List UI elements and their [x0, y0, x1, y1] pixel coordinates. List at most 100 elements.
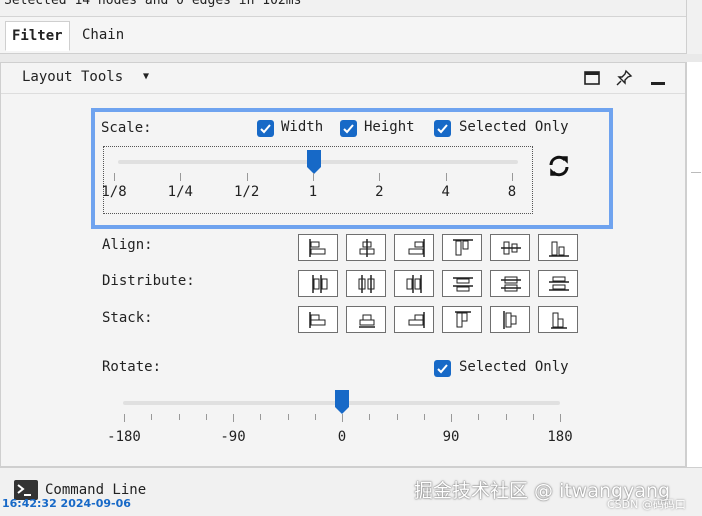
rotate-minor-tick — [505, 414, 507, 420]
stack-horizontal-top-icon — [455, 311, 471, 328]
rotate-minor-tick — [478, 414, 480, 420]
scale-tick-label: 2 — [375, 184, 384, 200]
align-middle-icon — [501, 241, 521, 255]
rotate-tick-label: 0 — [337, 429, 347, 445]
stack-vertical-right-button[interactable] — [394, 306, 434, 333]
command-line-label[interactable]: Command Line — [45, 482, 146, 498]
watermark-small: CSDN @码码口 — [607, 498, 686, 511]
scale-tick-label: 8 — [507, 184, 517, 200]
height-label: Height — [364, 119, 415, 135]
align-center-button[interactable] — [346, 234, 386, 261]
align-left-button[interactable] — [298, 234, 338, 261]
status-text: Selected 14 nodes and 0 edges in 102ms — [4, 0, 302, 8]
distribute-right-icon — [406, 275, 422, 293]
scale-tick-label: 1/4 — [167, 184, 193, 200]
rotate-minor-tick — [396, 414, 398, 420]
distribute-left-icon — [312, 275, 328, 293]
rotate-tick — [560, 414, 561, 422]
rotate-minor-tick — [287, 414, 289, 420]
rotate-selected-only-checkbox[interactable] — [434, 360, 451, 377]
distribute-center-button[interactable] — [346, 270, 386, 297]
stack-vertical-left-button[interactable] — [298, 306, 338, 333]
stack-horizontal-bottom-button[interactable] — [538, 306, 578, 333]
align-bottom-icon — [549, 241, 569, 257]
align-label: Align: — [102, 237, 153, 253]
stack-horizontal-top-button[interactable] — [442, 306, 482, 333]
rotate-tick — [124, 414, 125, 422]
scale-tick-label: 1/2 — [234, 184, 260, 200]
align-bottom-button[interactable] — [538, 234, 578, 261]
panel-title[interactable]: Layout Tools — [22, 69, 123, 85]
refresh-icon[interactable] — [547, 154, 571, 178]
tab-filter[interactable]: Filter — [5, 21, 70, 51]
stack-vertical-center-button[interactable] — [346, 306, 386, 333]
rotate-label: Rotate: — [102, 359, 162, 375]
align-top-icon — [453, 239, 473, 256]
scale-tick — [313, 173, 314, 181]
rotate-slider-thumb[interactable] — [334, 389, 350, 415]
stack-vertical-left-icon — [309, 312, 326, 328]
distribute-top-button[interactable] — [442, 270, 482, 297]
scale-tick — [114, 173, 115, 181]
stack-vertical-center-icon — [359, 314, 375, 328]
rotate-tick-label: -90 — [220, 429, 246, 445]
distribute-right-button[interactable] — [394, 270, 434, 297]
align-left-icon — [309, 239, 326, 257]
scale-selected-only-label: Selected Only — [459, 119, 569, 135]
stack-horizontal-center-button[interactable] — [490, 306, 530, 333]
rotate-tick-label: 180 — [547, 429, 573, 445]
rotate-tick — [233, 414, 234, 422]
scale-tick — [445, 173, 447, 181]
scale-slider[interactable]: 1/8 1/4 1/2 1 2 4 8 — [101, 146, 533, 214]
scale-tick — [512, 173, 513, 181]
rotate-minor-tick — [369, 414, 371, 420]
distribute-bottom-button[interactable] — [538, 270, 578, 297]
rotate-minor-tick — [314, 414, 316, 420]
scale-tick — [180, 173, 182, 181]
scale-tick-label: 1 — [308, 184, 318, 200]
scale-label: Scale: — [101, 120, 152, 136]
rotate-tick — [342, 414, 343, 422]
rotate-tick-label: 90 — [442, 429, 460, 445]
stack-vertical-right-icon — [408, 312, 425, 328]
width-checkbox[interactable] — [257, 120, 274, 137]
scale-tick-label: 4 — [441, 184, 450, 200]
distribute-label: Distribute: — [102, 273, 195, 289]
tab-bar: Filter Chain — [0, 17, 686, 54]
pin-icon[interactable] — [615, 69, 633, 87]
align-right-button[interactable] — [394, 234, 434, 261]
align-middle-button[interactable] — [490, 234, 530, 261]
scale-slider-thumb[interactable] — [306, 149, 322, 175]
align-top-button[interactable] — [442, 234, 482, 261]
distribute-middle-button[interactable] — [490, 270, 530, 297]
rotate-minor-tick — [260, 414, 262, 420]
status-bar: Selected 14 nodes and 0 edges in 102ms — [0, 0, 686, 17]
distribute-center-icon — [358, 275, 375, 293]
scale-selected-only-checkbox[interactable] — [434, 120, 451, 137]
right-gutter — [686, 0, 702, 58]
distribute-top-icon — [453, 277, 473, 292]
stack-label: Stack: — [102, 310, 153, 326]
right-gutter — [686, 62, 702, 467]
minimize-icon[interactable] — [649, 69, 667, 87]
divider — [0, 54, 702, 62]
distribute-middle-icon — [501, 276, 521, 292]
rotate-minor-tick — [532, 414, 534, 420]
distribute-left-button[interactable] — [298, 270, 338, 297]
rotate-tick — [451, 414, 452, 422]
width-label: Width — [281, 119, 324, 135]
scale-tick — [246, 173, 248, 181]
command-line-bar: Command Line 16:42:32 2024-09-06 掘金技术社区 … — [0, 467, 702, 516]
rotate-tick-label: -180 — [107, 429, 141, 445]
rotate-minor-tick — [151, 414, 153, 420]
rotate-minor-tick — [178, 414, 180, 420]
height-checkbox[interactable] — [340, 120, 357, 137]
chevron-down-icon[interactable]: ▼ — [143, 71, 149, 82]
align-right-icon — [408, 239, 425, 257]
timestamp-overlay: 16:42:32 2024-09-06 — [2, 497, 131, 510]
tab-chain[interactable]: Chain — [76, 21, 130, 49]
align-center-icon — [359, 239, 375, 257]
scale-tick — [379, 173, 381, 181]
maximize-icon[interactable] — [583, 69, 601, 87]
scale-group: Scale: Width Height Selected Only 1/8 1/4… — [91, 108, 613, 229]
